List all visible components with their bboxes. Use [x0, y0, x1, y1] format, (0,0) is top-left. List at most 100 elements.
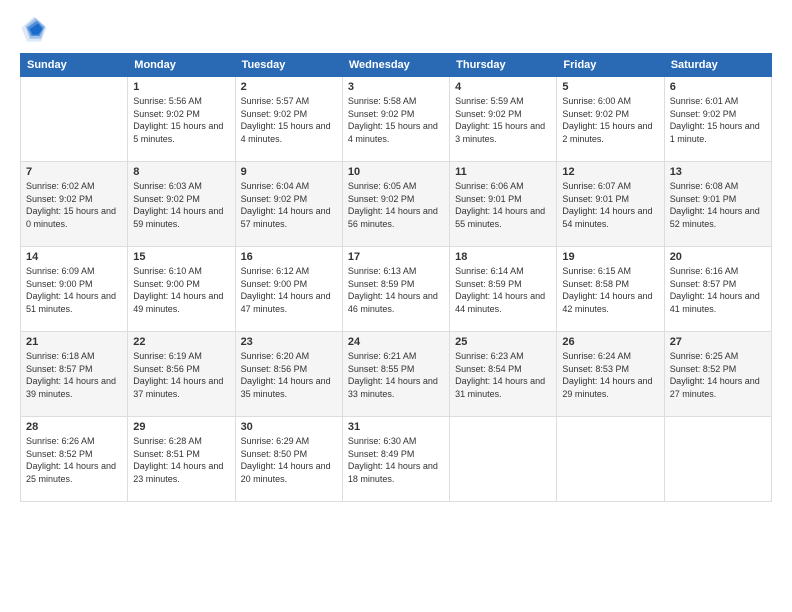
day-number: 5	[562, 81, 658, 93]
calendar-week-row: 21Sunrise: 6:18 AMSunset: 8:57 PMDayligh…	[21, 332, 772, 417]
calendar-cell: 28 Sunrise: 6:26 AMSunset: 8:52 PMDayligh…	[21, 417, 128, 502]
calendar-cell: 26 Sunrise: 6:24 AMSunset: 8:53 PMDayligh…	[557, 332, 664, 417]
day-number: 6	[670, 81, 766, 93]
day-info: Sunrise: 6:23 AMSunset: 8:54 PMDaylight:…	[455, 350, 551, 400]
day-number: 26	[562, 336, 658, 348]
calendar-cell: 23 Sunrise: 6:20 AMSunset: 8:56 PMDayligh…	[235, 332, 342, 417]
day-info: Sunrise: 6:18 AMSunset: 8:57 PMDaylight:…	[26, 350, 122, 400]
calendar-cell: 16 Sunrise: 6:12 AMSunset: 9:00 PMDayligh…	[235, 247, 342, 332]
day-info: Sunrise: 6:10 AMSunset: 9:00 PMDaylight:…	[133, 265, 229, 315]
calendar-table: SundayMondayTuesdayWednesdayThursdayFrid…	[20, 53, 772, 502]
day-number: 17	[348, 251, 444, 263]
day-info: Sunrise: 6:25 AMSunset: 8:52 PMDaylight:…	[670, 350, 766, 400]
calendar-cell: 7 Sunrise: 6:02 AMSunset: 9:02 PMDaylight…	[21, 162, 128, 247]
calendar-cell: 29 Sunrise: 6:28 AMSunset: 8:51 PMDayligh…	[128, 417, 235, 502]
calendar-week-row: 14Sunrise: 6:09 AMSunset: 9:00 PMDayligh…	[21, 247, 772, 332]
day-info: Sunrise: 6:20 AMSunset: 8:56 PMDaylight:…	[241, 350, 337, 400]
day-number: 8	[133, 166, 229, 178]
day-number: 30	[241, 421, 337, 433]
calendar-cell: 12 Sunrise: 6:07 AMSunset: 9:01 PMDayligh…	[557, 162, 664, 247]
calendar-cell: 19 Sunrise: 6:15 AMSunset: 8:58 PMDayligh…	[557, 247, 664, 332]
calendar-cell: 5Sunrise: 6:00 AMSunset: 9:02 PMDaylight…	[557, 77, 664, 162]
day-info: Sunrise: 6:14 AMSunset: 8:59 PMDaylight:…	[455, 265, 551, 315]
weekday-header: Friday	[557, 54, 664, 77]
weekday-header: Sunday	[21, 54, 128, 77]
day-number: 3	[348, 81, 444, 93]
calendar-cell: 20 Sunrise: 6:16 AMSunset: 8:57 PMDayligh…	[664, 247, 771, 332]
logo-icon	[20, 15, 48, 43]
day-number: 18	[455, 251, 551, 263]
day-info: Sunrise: 6:04 AMSunset: 9:02 PMDaylight:…	[241, 180, 337, 230]
weekday-header: Monday	[128, 54, 235, 77]
day-info: Sunrise: 6:12 AMSunset: 9:00 PMDaylight:…	[241, 265, 337, 315]
day-info: Sunrise: 6:28 AMSunset: 8:51 PMDaylight:…	[133, 435, 229, 485]
calendar-week-row: 28 Sunrise: 6:26 AMSunset: 8:52 PMDayligh…	[21, 417, 772, 502]
day-number: 12	[562, 166, 658, 178]
day-number: 11	[455, 166, 551, 178]
day-number: 20	[670, 251, 766, 263]
calendar-cell	[664, 417, 771, 502]
calendar-cell: 30 Sunrise: 6:29 AMSunset: 8:50 PMDayligh…	[235, 417, 342, 502]
day-info: Sunrise: 6:13 AMSunset: 8:59 PMDaylight:…	[348, 265, 444, 315]
day-number: 24	[348, 336, 444, 348]
day-number: 14	[26, 251, 122, 263]
weekday-header: Thursday	[450, 54, 557, 77]
day-number: 28	[26, 421, 122, 433]
calendar-week-row: 7 Sunrise: 6:02 AMSunset: 9:02 PMDaylight…	[21, 162, 772, 247]
day-number: 13	[670, 166, 766, 178]
day-number: 25	[455, 336, 551, 348]
calendar-cell: 9Sunrise: 6:04 AMSunset: 9:02 PMDaylight…	[235, 162, 342, 247]
day-info: Sunrise: 6:19 AMSunset: 8:56 PMDaylight:…	[133, 350, 229, 400]
calendar-cell: 18 Sunrise: 6:14 AMSunset: 8:59 PMDayligh…	[450, 247, 557, 332]
day-number: 4	[455, 81, 551, 93]
calendar-cell	[450, 417, 557, 502]
page-header	[20, 15, 772, 43]
day-info: Sunrise: 6:15 AMSunset: 8:58 PMDaylight:…	[562, 265, 658, 315]
day-number: 1	[133, 81, 229, 93]
day-info: Sunrise: 6:24 AMSunset: 8:53 PMDaylight:…	[562, 350, 658, 400]
day-info: Sunrise: 6:05 AMSunset: 9:02 PMDaylight:…	[348, 180, 444, 230]
weekday-header: Wednesday	[342, 54, 449, 77]
calendar-cell: 4 Sunrise: 5:59 AMSunset: 9:02 PMDaylight…	[450, 77, 557, 162]
calendar-cell: 14Sunrise: 6:09 AMSunset: 9:00 PMDayligh…	[21, 247, 128, 332]
calendar-cell: 3 Sunrise: 5:58 AMSunset: 9:02 PMDaylight…	[342, 77, 449, 162]
day-info: Sunrise: 6:16 AMSunset: 8:57 PMDaylight:…	[670, 265, 766, 315]
calendar-cell	[21, 77, 128, 162]
day-info: Sunrise: 6:29 AMSunset: 8:50 PMDaylight:…	[241, 435, 337, 485]
day-number: 23	[241, 336, 337, 348]
calendar-cell: 10Sunrise: 6:05 AMSunset: 9:02 PMDayligh…	[342, 162, 449, 247]
day-info: Sunrise: 6:07 AMSunset: 9:01 PMDaylight:…	[562, 180, 658, 230]
weekday-header: Saturday	[664, 54, 771, 77]
calendar-cell: 6Sunrise: 6:01 AMSunset: 9:02 PMDaylight…	[664, 77, 771, 162]
calendar-cell: 15 Sunrise: 6:10 AMSunset: 9:00 PMDayligh…	[128, 247, 235, 332]
calendar-cell: 1 Sunrise: 5:56 AMSunset: 9:02 PMDaylight…	[128, 77, 235, 162]
calendar-cell: 31 Sunrise: 6:30 AMSunset: 8:49 PMDayligh…	[342, 417, 449, 502]
calendar-page: SundayMondayTuesdayWednesdayThursdayFrid…	[0, 0, 792, 612]
day-info: Sunrise: 5:59 AMSunset: 9:02 PMDaylight:…	[455, 95, 551, 145]
day-info: Sunrise: 6:21 AMSunset: 8:55 PMDaylight:…	[348, 350, 444, 400]
day-info: Sunrise: 5:58 AMSunset: 9:02 PMDaylight:…	[348, 95, 444, 145]
day-number: 31	[348, 421, 444, 433]
day-number: 27	[670, 336, 766, 348]
day-number: 19	[562, 251, 658, 263]
calendar-cell: 25 Sunrise: 6:23 AMSunset: 8:54 PMDayligh…	[450, 332, 557, 417]
day-number: 16	[241, 251, 337, 263]
calendar-cell: 8 Sunrise: 6:03 AMSunset: 9:02 PMDaylight…	[128, 162, 235, 247]
calendar-cell: 13Sunrise: 6:08 AMSunset: 9:01 PMDayligh…	[664, 162, 771, 247]
calendar-week-row: 1 Sunrise: 5:56 AMSunset: 9:02 PMDaylight…	[21, 77, 772, 162]
day-info: Sunrise: 6:03 AMSunset: 9:02 PMDaylight:…	[133, 180, 229, 230]
day-info: Sunrise: 5:56 AMSunset: 9:02 PMDaylight:…	[133, 95, 229, 145]
day-info: Sunrise: 6:02 AMSunset: 9:02 PMDaylight:…	[26, 180, 122, 230]
calendar-cell: 27 Sunrise: 6:25 AMSunset: 8:52 PMDayligh…	[664, 332, 771, 417]
day-info: Sunrise: 6:30 AMSunset: 8:49 PMDaylight:…	[348, 435, 444, 485]
day-info: Sunrise: 5:57 AMSunset: 9:02 PMDaylight:…	[241, 95, 337, 145]
day-number: 29	[133, 421, 229, 433]
calendar-cell	[557, 417, 664, 502]
day-info: Sunrise: 6:26 AMSunset: 8:52 PMDaylight:…	[26, 435, 122, 485]
day-number: 7	[26, 166, 122, 178]
calendar-cell: 24 Sunrise: 6:21 AMSunset: 8:55 PMDayligh…	[342, 332, 449, 417]
calendar-cell: 17 Sunrise: 6:13 AMSunset: 8:59 PMDayligh…	[342, 247, 449, 332]
day-number: 15	[133, 251, 229, 263]
calendar-header-row: SundayMondayTuesdayWednesdayThursdayFrid…	[21, 54, 772, 77]
calendar-cell: 21Sunrise: 6:18 AMSunset: 8:57 PMDayligh…	[21, 332, 128, 417]
